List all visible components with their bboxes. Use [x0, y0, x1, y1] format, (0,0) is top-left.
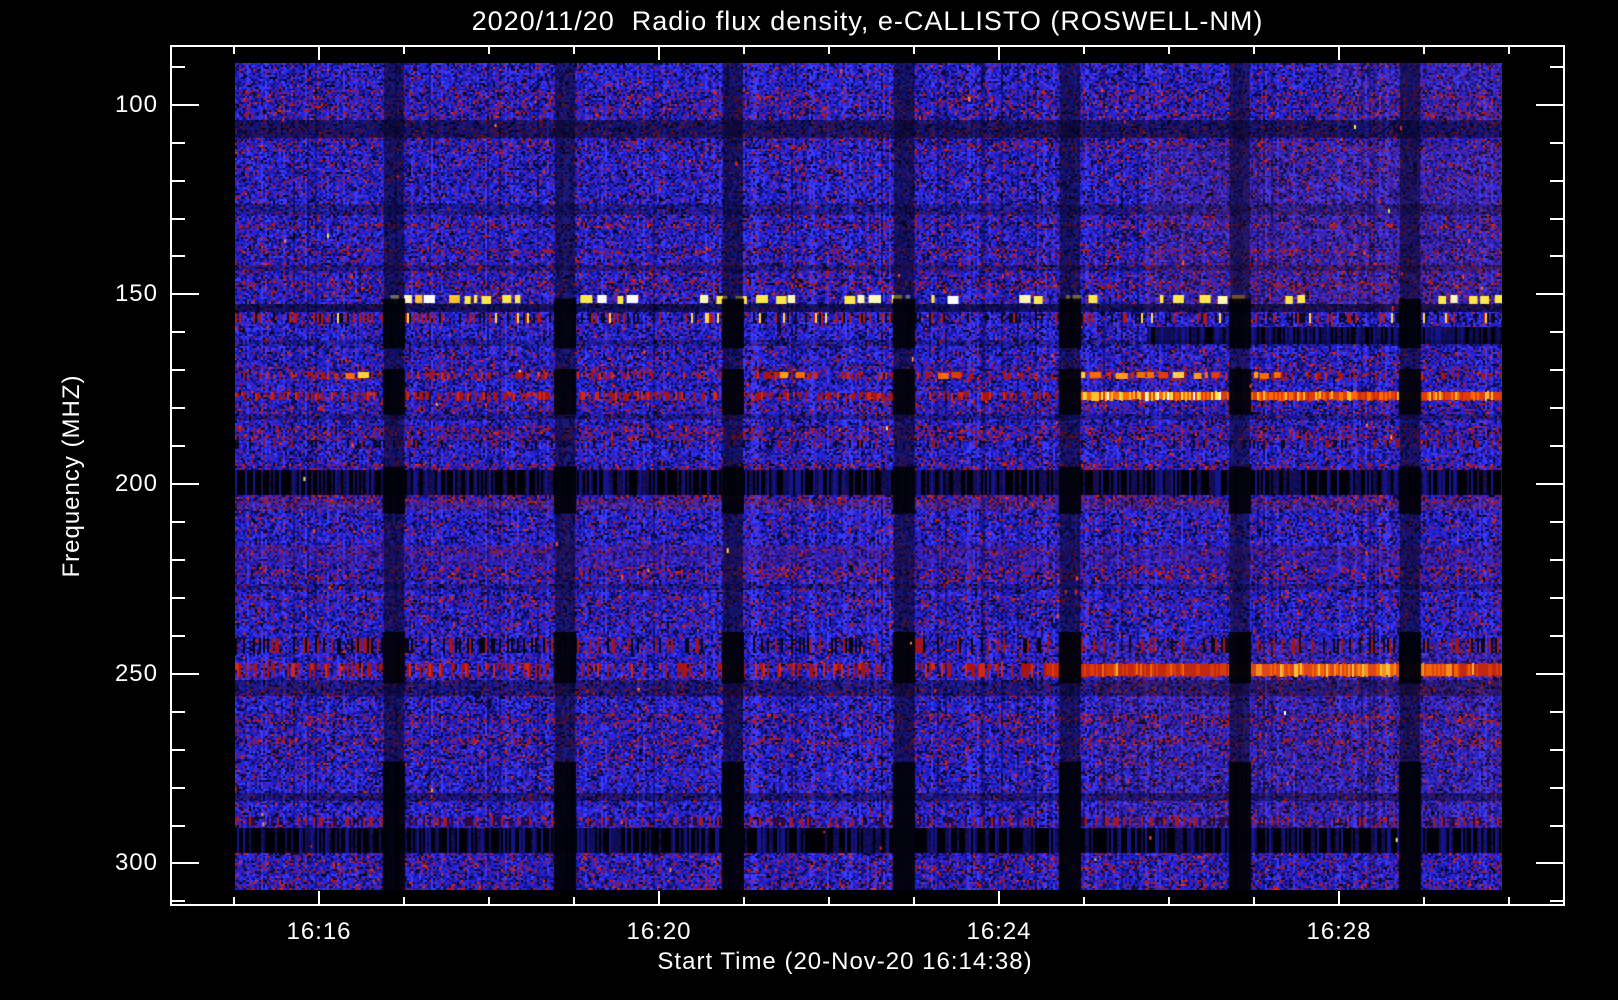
x-minor-tick: [828, 897, 830, 904]
y-minor-tick: [172, 825, 185, 827]
y-minor-tick: [172, 218, 185, 220]
y-minor-tick: [172, 711, 185, 713]
y-major-tick: [1536, 293, 1563, 295]
y-major-tick: [172, 673, 199, 675]
x-minor-tick: [743, 47, 745, 54]
y-major-tick: [1536, 104, 1563, 106]
y-minor-tick: [172, 331, 185, 333]
x-minor-tick: [1168, 47, 1170, 54]
x-tick-label: 16:24: [966, 918, 1032, 945]
y-minor-tick: [1550, 180, 1563, 182]
y-axis-title: Frequency (MHZ): [58, 374, 85, 578]
x-minor-tick: [488, 47, 490, 54]
x-tick-label: 16:28: [1306, 918, 1372, 945]
y-minor-tick: [172, 749, 185, 751]
y-major-tick: [172, 104, 199, 106]
x-major-tick: [658, 891, 660, 904]
y-major-tick: [1536, 483, 1563, 485]
y-tick-label: 300: [114, 849, 158, 876]
y-tick-label: 100: [114, 91, 158, 118]
y-major-tick: [1536, 673, 1563, 675]
x-minor-tick: [1423, 47, 1425, 54]
y-minor-tick: [172, 180, 185, 182]
callisto-spectrogram-page: 2020/11/20 Radio flux density, e-CALLIST…: [0, 0, 1618, 1000]
y-minor-tick: [172, 66, 185, 68]
y-minor-tick: [172, 445, 185, 447]
x-minor-tick: [743, 897, 745, 904]
y-minor-tick: [172, 597, 185, 599]
y-minor-tick: [1550, 635, 1563, 637]
x-major-tick: [1338, 47, 1340, 60]
y-minor-tick: [1550, 66, 1563, 68]
x-major-tick: [998, 891, 1000, 904]
x-minor-tick: [913, 47, 915, 54]
y-minor-tick: [172, 142, 185, 144]
y-minor-tick: [1550, 369, 1563, 371]
y-minor-tick: [1550, 445, 1563, 447]
x-minor-tick: [1508, 897, 1510, 904]
y-minor-tick: [1550, 749, 1563, 751]
x-minor-tick: [1083, 47, 1085, 54]
x-minor-tick: [1083, 897, 1085, 904]
x-minor-tick: [1168, 897, 1170, 904]
y-minor-tick: [1550, 900, 1563, 902]
y-tick-label: 250: [114, 660, 158, 687]
y-minor-tick: [1550, 559, 1563, 561]
x-minor-tick: [573, 897, 575, 904]
x-major-tick: [658, 47, 660, 60]
x-minor-tick: [1253, 47, 1255, 54]
x-minor-tick: [573, 47, 575, 54]
x-tick-label: 16:16: [286, 918, 352, 945]
chart-title: 2020/11/20 Radio flux density, e-CALLIST…: [471, 6, 1264, 36]
x-minor-tick: [1253, 897, 1255, 904]
x-tick-label: 16:20: [626, 918, 692, 945]
y-minor-tick: [172, 900, 185, 902]
y-major-tick: [1536, 862, 1563, 864]
x-major-tick: [1338, 891, 1340, 904]
y-minor-tick: [1550, 825, 1563, 827]
y-minor-tick: [172, 787, 185, 789]
y-minor-tick: [172, 407, 185, 409]
y-minor-tick: [1550, 787, 1563, 789]
y-major-tick: [172, 862, 199, 864]
x-minor-tick: [913, 897, 915, 904]
y-major-tick: [172, 483, 199, 485]
x-axis-title: Start Time (20-Nov-20 16:14:38): [657, 948, 1033, 975]
y-major-tick: [172, 293, 199, 295]
x-major-tick: [318, 47, 320, 60]
y-tick-label: 200: [114, 470, 158, 497]
y-minor-tick: [1550, 142, 1563, 144]
y-minor-tick: [1550, 255, 1563, 257]
y-minor-tick: [1550, 218, 1563, 220]
x-minor-tick: [1423, 897, 1425, 904]
y-minor-tick: [1550, 407, 1563, 409]
y-minor-tick: [172, 521, 185, 523]
x-major-tick: [318, 891, 320, 904]
y-minor-tick: [172, 255, 185, 257]
y-minor-tick: [172, 559, 185, 561]
x-minor-tick: [403, 897, 405, 904]
x-major-tick: [998, 47, 1000, 60]
y-minor-tick: [1550, 521, 1563, 523]
x-minor-tick: [233, 897, 235, 904]
x-minor-tick: [1508, 47, 1510, 54]
y-minor-tick: [1550, 711, 1563, 713]
x-minor-tick: [403, 47, 405, 54]
x-minor-tick: [488, 897, 490, 904]
y-minor-tick: [1550, 597, 1563, 599]
y-minor-tick: [1550, 331, 1563, 333]
spectrogram-canvas: [235, 63, 1502, 890]
y-tick-label: 150: [114, 280, 158, 307]
x-minor-tick: [828, 47, 830, 54]
y-minor-tick: [172, 369, 185, 371]
x-minor-tick: [233, 47, 235, 54]
y-minor-tick: [172, 635, 185, 637]
